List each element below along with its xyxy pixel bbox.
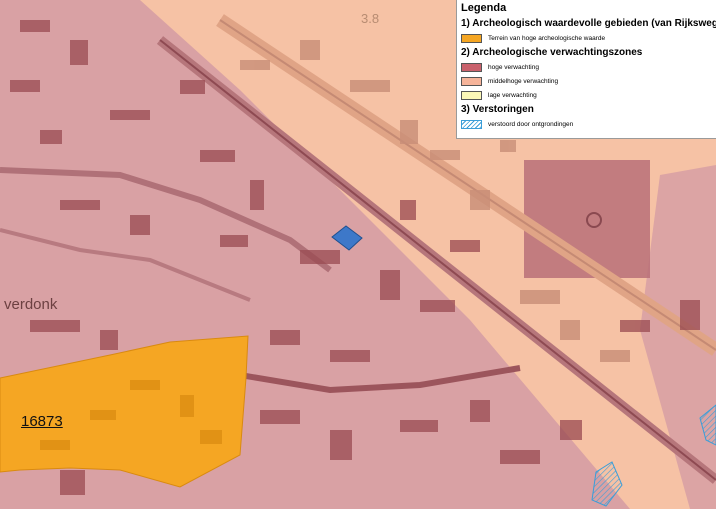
- grid-label: 3.8: [361, 11, 380, 26]
- place-label: verdonk: [4, 296, 58, 313]
- legend-item-medium: middelhoge verwachting: [461, 76, 712, 87]
- legend-section-2: 2) Archeologische verwachtingszones: [461, 47, 643, 58]
- legend-item-disturbed: verstoord door ontgrondingen: [461, 119, 712, 130]
- swatch-orange: [461, 34, 482, 43]
- swatch-dark-pink: [461, 63, 482, 72]
- legend-label: middelhoge verwachting: [488, 78, 559, 85]
- legend-section-3: 3) Verstoringen: [461, 104, 534, 115]
- legend-section-1: 1) Archeologisch waardevolle gebieden (v…: [461, 18, 716, 29]
- area-number-label: 16873: [21, 413, 63, 430]
- swatch-yellow: [461, 91, 482, 100]
- swatch-hatched-blue: [461, 120, 482, 129]
- legend-label: verstoord door ontgrondingen: [488, 121, 574, 128]
- legend-item-low: lage verwachting: [461, 90, 712, 101]
- legend-item-high-value: Terrein van hoge archeologische waarde: [461, 33, 712, 44]
- legend-label: Terrein van hoge archeologische waarde: [488, 35, 606, 42]
- legend-item-high: hoge verwachting: [461, 62, 712, 73]
- swatch-salmon: [461, 77, 482, 86]
- legend-title: Legenda: [461, 2, 507, 14]
- legend-label: lage verwachting: [488, 92, 537, 99]
- map-legend: Legenda 1) Archeologisch waardevolle geb…: [456, 0, 716, 139]
- legend-label: hoge verwachting: [488, 64, 539, 71]
